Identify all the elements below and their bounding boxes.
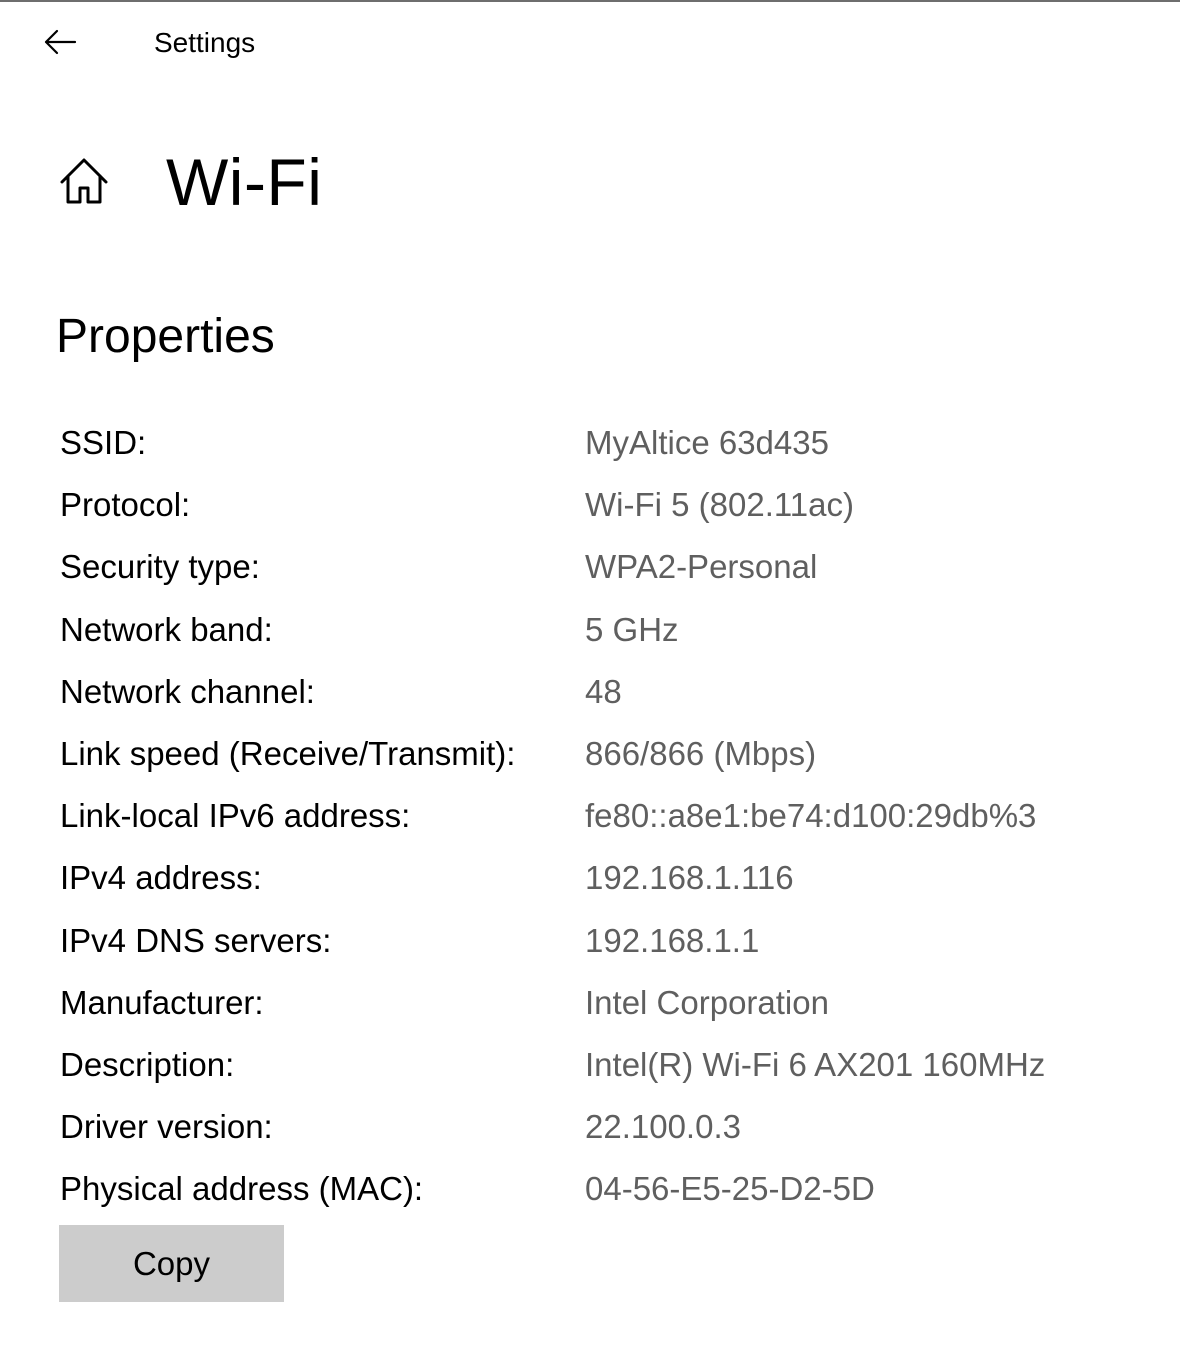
property-value: 5 GHz xyxy=(585,610,679,648)
home-icon[interactable] xyxy=(58,156,110,208)
back-button[interactable] xyxy=(36,20,84,64)
window-top-border xyxy=(0,0,1180,2)
page-title: Wi-Fi xyxy=(166,145,323,219)
property-value: WPA2-Personal xyxy=(585,548,818,586)
property-value: 22.100.0.3 xyxy=(585,1108,741,1146)
property-value: 192.168.1.1 xyxy=(585,921,760,959)
property-row-driver-version: Driver version: 22.100.0.3 xyxy=(60,1096,1160,1158)
property-label: Manufacturer: xyxy=(60,983,264,1021)
copy-button[interactable]: Copy xyxy=(59,1225,284,1302)
property-row-security-type: Security type: WPA2-Personal xyxy=(60,536,1160,598)
property-value: 192.168.1.116 xyxy=(585,859,794,897)
property-value: fe80::a8e1:be74:d100:29db%3 xyxy=(585,797,1037,835)
property-row-network-channel: Network channel: 48 xyxy=(60,661,1160,723)
property-row-ipv4-dns: IPv4 DNS servers: 192.168.1.1 xyxy=(60,910,1160,972)
property-value: Intel Corporation xyxy=(585,983,829,1021)
property-label: IPv4 address: xyxy=(60,859,262,897)
property-row-manufacturer: Manufacturer: Intel Corporation xyxy=(60,972,1160,1034)
property-row-link-speed: Link speed (Receive/Transmit): 866/866 (… xyxy=(60,723,1160,785)
property-value: MyAltice 63d435 xyxy=(585,424,829,462)
property-label: Link speed (Receive/Transmit): xyxy=(60,735,516,773)
property-row-description: Description: Intel(R) Wi-Fi 6 AX201 160M… xyxy=(60,1034,1160,1096)
property-value: 866/866 (Mbps) xyxy=(585,735,817,773)
property-row-network-band: Network band: 5 GHz xyxy=(60,599,1160,661)
property-row-protocol: Protocol: Wi-Fi 5 (802.11ac) xyxy=(60,474,1160,536)
property-label: Description: xyxy=(60,1045,235,1083)
back-arrow-icon xyxy=(44,29,77,55)
property-label: Driver version: xyxy=(60,1108,273,1146)
property-label: Protocol: xyxy=(60,486,191,524)
property-label: Physical address (MAC): xyxy=(60,1170,424,1208)
property-label: IPv4 DNS servers: xyxy=(60,921,332,959)
property-value: 48 xyxy=(585,672,622,710)
properties-list: SSID: MyAltice 63d435 Protocol: Wi-Fi 5 … xyxy=(60,412,1160,1220)
property-value: Intel(R) Wi-Fi 6 AX201 160MHz xyxy=(585,1045,1046,1083)
settings-window: Settings Wi-Fi Properties SSID: MyAltice… xyxy=(0,0,1180,1355)
property-label: Network channel: xyxy=(60,672,315,710)
property-row-mac-address: Physical address (MAC): 04-56-E5-25-D2-5… xyxy=(60,1158,1160,1220)
property-label: Security type: xyxy=(60,548,260,586)
section-title-properties: Properties xyxy=(56,310,275,363)
property-row-ipv4-address: IPv4 address: 192.168.1.116 xyxy=(60,847,1160,909)
property-value: Wi-Fi 5 (802.11ac) xyxy=(585,486,854,524)
property-row-ssid: SSID: MyAltice 63d435 xyxy=(60,412,1160,474)
property-row-ipv6-address: Link-local IPv6 address: fe80::a8e1:be74… xyxy=(60,785,1160,847)
property-value: 04-56-E5-25-D2-5D xyxy=(585,1170,875,1208)
property-label: Link-local IPv6 address: xyxy=(60,797,411,835)
property-label: SSID: xyxy=(60,424,147,462)
property-label: Network band: xyxy=(60,610,273,648)
app-title: Settings xyxy=(154,27,256,58)
